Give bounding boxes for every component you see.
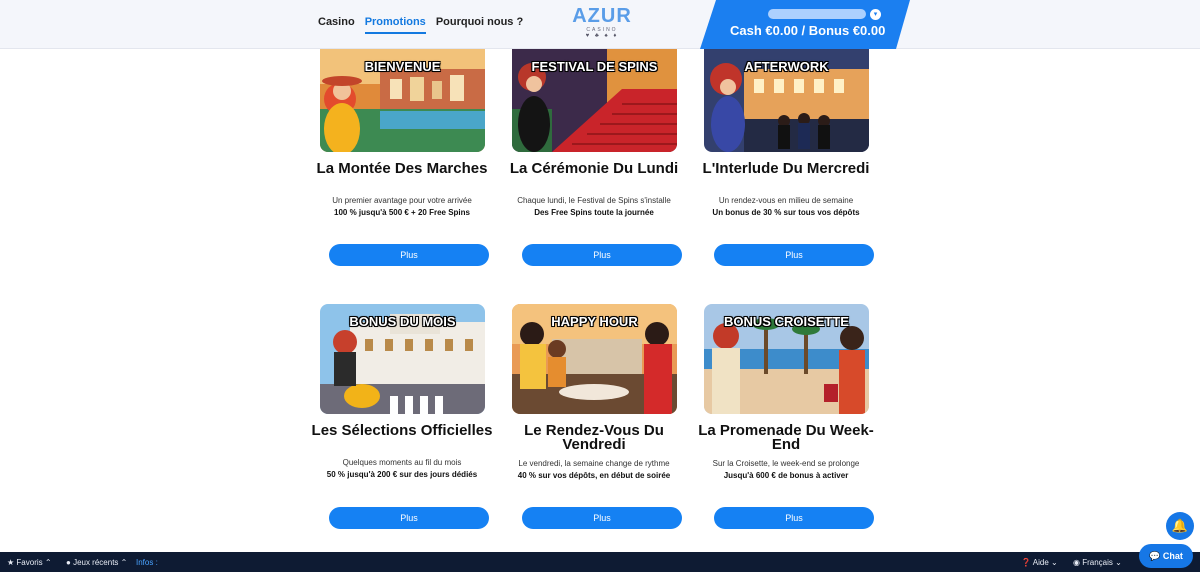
- nav-why-us[interactable]: Pourquoi nous ?: [436, 16, 523, 34]
- promo-card: BONUS DU MOIS Les Sélections Officielles…: [312, 304, 501, 479]
- chat-label: Chat: [1162, 551, 1183, 561]
- help-label: Aide: [1032, 558, 1049, 567]
- nav-promotions[interactable]: Promotions: [364, 16, 426, 34]
- promo-offer: 50 % jusqu'à 200 € sur des jours dédiés: [326, 470, 478, 479]
- promo-more-button[interactable]: Plus: [714, 244, 874, 266]
- promo-banner: FESTIVAL DE SPINS: [531, 59, 658, 74]
- promo-offer: 40 % sur vos dépôts, en début de soirée: [517, 471, 671, 480]
- promo-title: La Montée Des Marches: [316, 160, 488, 177]
- promo-card: FESTIVAL DE SPINS La Cérémonie Du Lundi …: [510, 49, 693, 217]
- promo-card: HAPPY HOUR Le Rendez-Vous Du Vendredi Le…: [511, 304, 693, 480]
- promo-image[interactable]: FESTIVAL DE SPINS: [512, 49, 677, 152]
- logo-suits: ♥ ♣ ♠ ♦: [585, 33, 619, 39]
- infos-label: Infos :: [136, 558, 158, 567]
- promo-offer: 100 % jusqu'à 500 € + 20 Free Spins: [334, 208, 470, 217]
- promo-banner: BIENVENUE: [364, 59, 441, 74]
- promo-card: BIENVENUE La Montée Des Marches Un premi…: [317, 49, 501, 217]
- promo-banner: BONUS CROISETTE: [724, 314, 849, 329]
- help-toggle[interactable]: ❓ Aide ⌄: [1021, 558, 1058, 567]
- promo-title: La Cérémonie Du Lundi: [509, 160, 679, 177]
- logo[interactable]: AZUR CASINO ♥ ♣ ♠ ♦: [560, 6, 644, 40]
- promo-image[interactable]: BONUS CROISETTE: [704, 304, 869, 414]
- promo-banner: BONUS DU MOIS: [349, 314, 456, 329]
- language-select[interactable]: ◉ Français ⌄: [1073, 558, 1122, 567]
- promo-title: L'Interlude Du Mercredi: [702, 160, 870, 177]
- promo-more-button[interactable]: Plus: [522, 507, 682, 529]
- promo-card: BONUS CROISETTE La Promenade Du Week-End…: [698, 304, 885, 480]
- logo-text: AZUR: [572, 5, 632, 27]
- recent-games-label: Jeux récents: [73, 558, 119, 567]
- promo-subtitle: Le vendredi, la semaine change de rythme: [518, 459, 670, 468]
- account-panel[interactable]: ▾ Cash €0.00 / Bonus €0.00: [700, 0, 910, 49]
- promo-more-button[interactable]: Plus: [522, 244, 682, 266]
- balance-text: Cash €0.00 / Bonus €0.00: [730, 23, 886, 38]
- bottom-bar: ★ Favoris ⌃ ● Jeux récents ⌃ Infos : ❓ A…: [0, 552, 1200, 572]
- main-nav: Casino Promotions Pourquoi nous ?: [318, 16, 523, 34]
- promo-subtitle: Chaque lundi, le Festival de Spins s'ins…: [517, 196, 671, 205]
- promo-card: AFTERWORK L'Interlude Du Mercredi Un ren…: [703, 49, 885, 217]
- promo-image[interactable]: BIENVENUE: [320, 49, 485, 152]
- promo-title: La Promenade Du Week-End: [698, 422, 874, 453]
- chat-icon: 💬: [1149, 551, 1161, 561]
- promo-more-button[interactable]: Plus: [329, 244, 489, 266]
- promo-offer: Jusqu'à 600 € de bonus à activer: [723, 471, 849, 480]
- promo-image[interactable]: AFTERWORK: [704, 49, 869, 152]
- promo-title: Les Sélections Officielles: [311, 422, 493, 439]
- promo-subtitle: Sur la Croisette, le week-end se prolong…: [712, 459, 860, 468]
- promo-title: Le Rendez-Vous Du Vendredi: [524, 422, 664, 453]
- promo-more-button[interactable]: Plus: [714, 507, 874, 529]
- promo-banner: AFTERWORK: [744, 59, 829, 74]
- favorites-toggle[interactable]: ★ Favoris ⌃: [7, 558, 52, 567]
- promo-more-button[interactable]: Plus: [329, 507, 489, 529]
- promo-subtitle: Un rendez-vous en milieu de semaine: [718, 196, 854, 205]
- promo-offer: Des Free Spins toute la journée: [534, 208, 654, 217]
- bell-icon[interactable]: 🔔: [1166, 512, 1194, 540]
- username-redacted: [768, 9, 866, 19]
- promo-offer: Un bonus de 30 % sur tous vos dépôts: [712, 208, 860, 217]
- nav-casino[interactable]: Casino: [318, 16, 355, 34]
- promo-subtitle: Un premier avantage pour votre arrivée: [332, 196, 472, 205]
- language-label: Français: [1082, 558, 1113, 567]
- promo-subtitle: Quelques moments au fil du mois: [342, 458, 462, 467]
- chat-button[interactable]: 💬 Chat: [1139, 544, 1193, 568]
- promo-image[interactable]: BONUS DU MOIS: [320, 304, 485, 414]
- favorites-label: Favoris: [16, 558, 43, 567]
- chevron-down-icon[interactable]: ▾: [870, 9, 881, 20]
- promo-image[interactable]: HAPPY HOUR: [512, 304, 677, 414]
- promo-banner: HAPPY HOUR: [551, 314, 638, 329]
- top-header: Casino Promotions Pourquoi nous ? AZUR C…: [0, 0, 1200, 49]
- recent-games-toggle[interactable]: ● Jeux récents ⌃: [66, 558, 127, 567]
